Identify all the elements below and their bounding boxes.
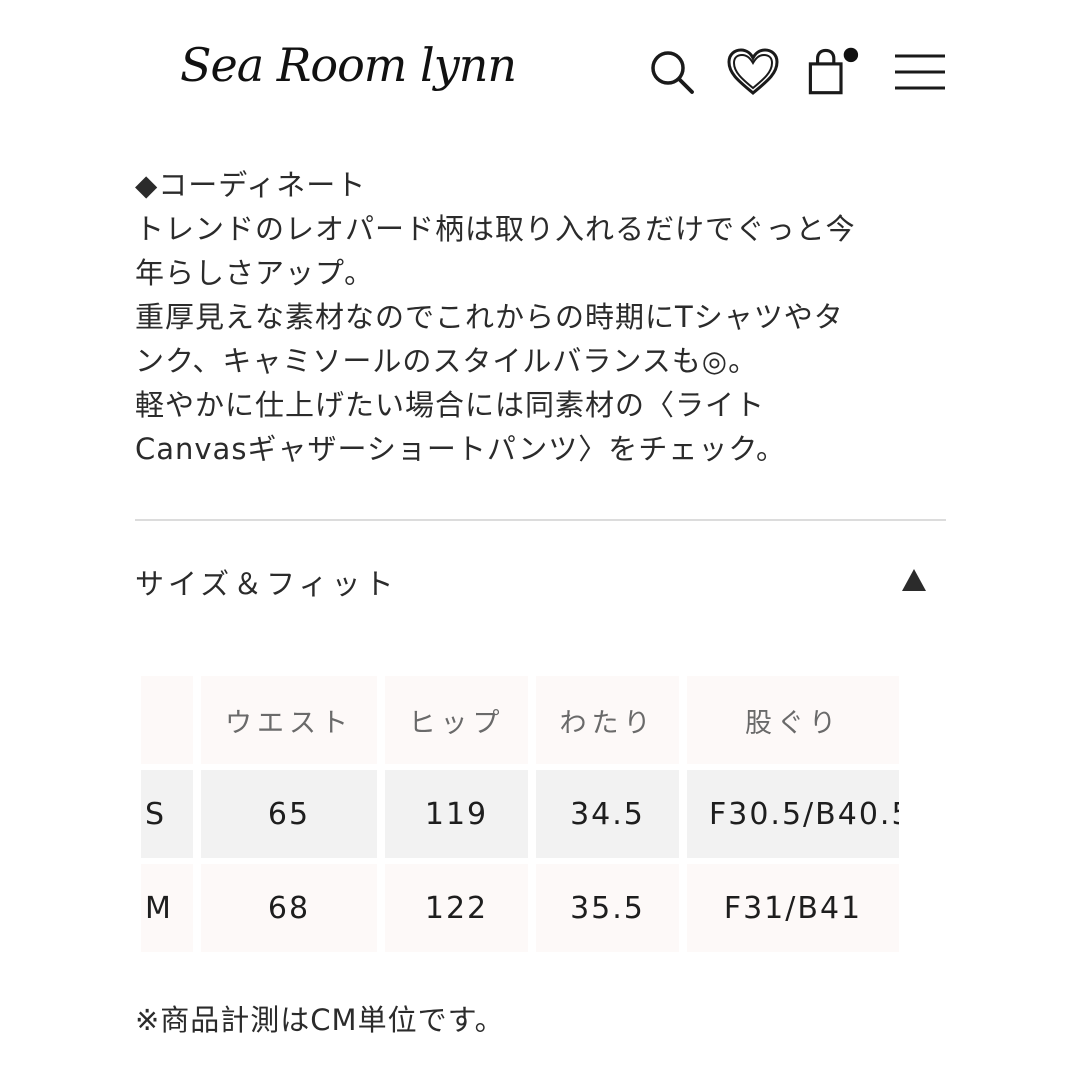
- hamburger-menu-icon: [895, 54, 945, 90]
- cart-indicator-dot: [843, 47, 859, 63]
- description-line: 軽やかに仕上げたい場合には同素材の〈ライト: [135, 388, 766, 422]
- collapse-triangle-icon: [902, 569, 926, 591]
- section-divider: [135, 519, 946, 521]
- size-fit-title: サイズ＆フィット: [135, 567, 398, 601]
- table-cell: 119: [385, 770, 528, 858]
- description-line: トレンドのレオパード柄は取り入れるだけでぐっと今: [135, 212, 856, 246]
- heart-icon: [727, 48, 779, 95]
- table-cell: 65: [201, 770, 377, 858]
- table-row: S 65 119 34.5 F30.5/B40.5: [141, 770, 901, 858]
- shopping-bag-icon: [808, 47, 859, 95]
- menu-button[interactable]: [892, 45, 948, 99]
- table-header-cell: ウエスト: [201, 676, 377, 764]
- description-line: ンク、キャミソールのスタイルバランスも◎。: [135, 344, 759, 378]
- favorites-button[interactable]: [726, 45, 780, 99]
- table-cell: 34.5: [536, 770, 679, 858]
- product-description: ◆コーディネート トレンドのレオパード柄は取り入れるだけでぐっと今 年らしさアッ…: [135, 163, 955, 471]
- table-cell: 68: [201, 864, 377, 952]
- site-header: Sea Room lynn: [0, 0, 1080, 140]
- description-line: ◆コーディネート: [135, 168, 367, 202]
- table-row: M 68 122 35.5 F31/B41: [141, 864, 901, 952]
- size-label-cell: S: [141, 770, 193, 858]
- size-table: ウエスト ヒップ わたり 股ぐり S 65 119 34.5 F30.5/B40…: [141, 676, 901, 958]
- description-line: 年らしさアップ。: [135, 256, 375, 290]
- size-label-cell: M: [141, 864, 193, 952]
- table-cell: F31/B41: [687, 864, 899, 952]
- measurement-note: ※商品計測はCM単位です。: [135, 1003, 505, 1037]
- table-header-cell: [141, 676, 193, 764]
- cart-button[interactable]: [805, 45, 859, 99]
- table-header-row: ウエスト ヒップ わたり 股ぐり: [141, 676, 901, 764]
- search-icon: [651, 51, 694, 94]
- search-button[interactable]: [645, 45, 699, 99]
- table-header-cell: 股ぐり: [687, 676, 899, 764]
- table-cell: F30.5/B40.5: [687, 770, 899, 858]
- table-header-cell: ヒップ: [385, 676, 528, 764]
- size-fit-accordion-toggle[interactable]: サイズ＆フィット: [135, 555, 946, 611]
- description-line: Canvasギャザーショートパンツ〉をチェック。: [135, 432, 786, 466]
- brand-logo[interactable]: Sea Room lynn: [180, 38, 517, 92]
- table-header-cell: わたり: [536, 676, 679, 764]
- table-cell: 122: [385, 864, 528, 952]
- description-line: 重厚見えな素材なのでこれからの時期にTシャツやタ: [135, 300, 844, 334]
- table-cell: 35.5: [536, 864, 679, 952]
